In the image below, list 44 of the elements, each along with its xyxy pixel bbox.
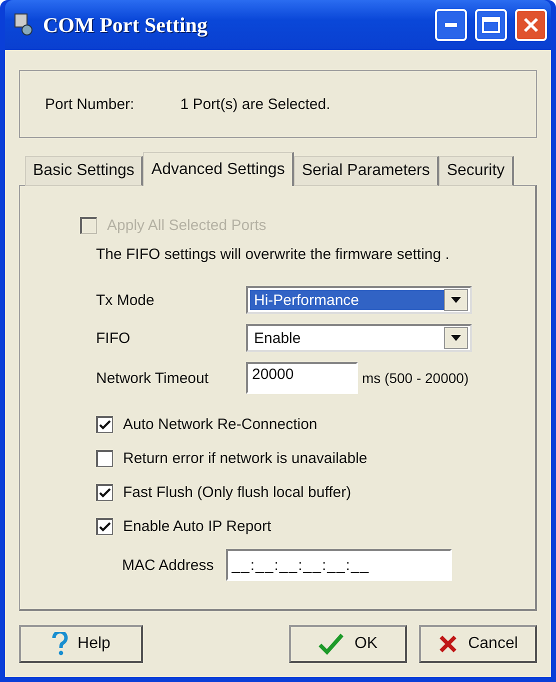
checkbox-label: Fast Flush (Only flush local buffer) [123,484,352,500]
checkbox[interactable] [96,518,113,534]
tab[interactable]: Basic Settings [25,156,144,186]
cancel-button[interactable]: Cancel [419,625,537,663]
info-text: The FIFO settings will overwrite the firmware setting . [96,246,450,263]
field-label: Network Timeout [96,370,210,386]
caret-icon [451,297,461,303]
question-mark-icon [52,632,68,656]
check-mark-icon [99,488,111,498]
close-icon [438,634,458,654]
mac-address-field[interactable]: __:__:__:__:__:__ [226,549,452,581]
range-hint: ms (500 - 20000) [362,370,469,386]
check-mark-icon [99,420,111,430]
check-mark-icon [318,633,344,655]
checkbox-label: Enable Auto IP Report [123,518,272,534]
minimize-icon [445,23,457,27]
close-icon [523,17,539,33]
tab[interactable]: Advanced Settings [143,152,294,186]
maximize-button[interactable] [475,9,507,41]
caret-icon [451,335,461,341]
dropdown-value: Hi-Performance [250,290,444,310]
field-label: MAC Address [122,556,214,574]
checkbox-label: Auto Network Re-Connection [123,416,318,432]
tab[interactable]: Serial Parameters [294,156,439,186]
checkbox[interactable] [96,484,113,500]
port-label: Port Number: [45,96,134,112]
tab[interactable]: Security [438,156,514,186]
maximize-icon [482,17,500,33]
help-button[interactable]: Help [19,625,143,663]
dropdown[interactable]: Enable [246,324,472,352]
field-label: FIFO [96,330,132,346]
timeout-field[interactable]: 20000 [246,362,358,394]
checkbox-label: Return error if network is unavailable [123,450,368,466]
minimize-button[interactable] [435,9,467,41]
check-mark-icon [99,522,111,532]
dropdown[interactable]: Hi-Performance [246,286,472,314]
field-label: Tx Mode [96,292,156,308]
checkbox[interactable] [96,450,113,466]
window-title: COM Port Setting [43,12,208,38]
port-settings-icon [13,13,35,37]
close-button[interactable] [515,9,547,41]
ok-button[interactable]: OK [289,625,407,663]
checkbox[interactable] [96,416,113,432]
port-value: 1 Port(s) are Selected. [180,96,330,112]
